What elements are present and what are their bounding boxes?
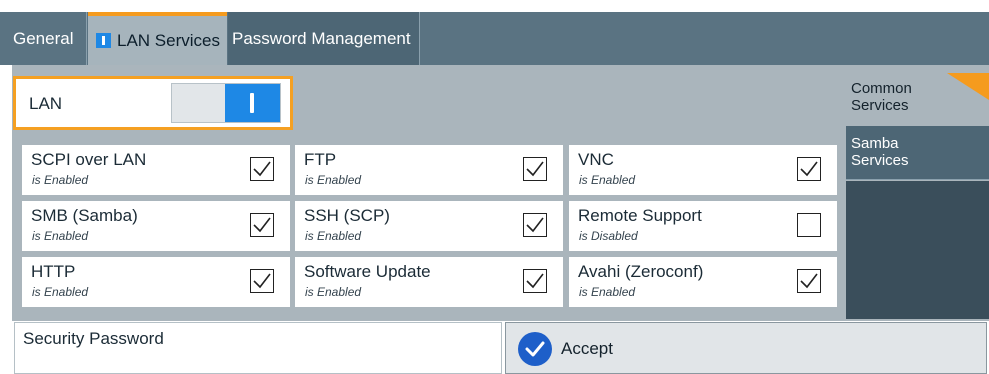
side-nav-samba-services[interactable]: Samba Services [846,126,989,180]
checkmark-icon [253,161,271,177]
tab-lan-services[interactable]: LAN Services [88,12,227,65]
service-ftp[interactable]: FTP is Enabled [295,145,563,195]
service-status: is Enabled [32,173,89,187]
service-status: is Enabled [579,173,636,187]
checkmark-icon [253,217,271,233]
checkmark-icon [800,273,818,289]
active-tab-indicator-icon [96,33,111,48]
service-status: is Enabled [305,285,362,299]
service-checkbox[interactable] [250,213,274,237]
service-title: Remote Support [578,206,702,225]
service-ssh-scp[interactable]: SSH (SCP) is Enabled [295,201,563,251]
checkmark-icon [253,273,271,289]
check-circle-icon [518,332,552,366]
service-status: is Enabled [32,285,89,299]
accept-button[interactable]: Accept [505,322,987,374]
service-title: FTP [304,150,337,169]
checkmark-icon [526,273,544,289]
service-status: is Enabled [32,229,89,243]
service-title: Avahi (Zeroconf) [578,262,704,281]
service-checkbox[interactable] [523,269,547,293]
service-checkbox-unchecked[interactable] [797,213,821,237]
service-title: SCPI over LAN [31,150,147,169]
side-nav-samba-line2: Services [851,152,909,169]
service-checkbox[interactable] [523,213,547,237]
tab-general-label: General [13,28,74,48]
security-password-field[interactable]: Security Password [14,322,502,374]
service-title: SSH (SCP) [304,206,390,225]
service-title: VNC [578,150,614,169]
service-title: HTTP [31,262,76,281]
checkmark-icon [526,161,544,177]
service-checkbox[interactable] [250,157,274,181]
tab-lan-services-label: LAN Services [117,30,220,50]
service-checkbox[interactable] [250,269,274,293]
active-corner-marker-icon [947,73,989,100]
service-software-update[interactable]: Software Update is Enabled [295,257,563,307]
side-nav-samba-line1: Samba [851,135,899,152]
side-nav-empty-area [846,181,989,319]
lan-toggle[interactable] [171,83,281,123]
checkmark-icon [526,217,544,233]
service-checkbox[interactable] [523,157,547,181]
service-checkbox[interactable] [797,157,821,181]
service-status: is Enabled [305,173,362,187]
service-scpi-over-lan[interactable]: SCPI over LAN is Enabled [22,145,290,195]
tab-bar: General LAN Services Password Management [0,12,989,65]
lan-toggle-row: LAN [13,76,293,130]
security-password-label: Security Password [23,329,164,348]
service-vnc[interactable]: VNC is Enabled [569,145,837,195]
lan-services-dialog: General LAN Services Password Management… [0,0,989,374]
toggle-on-icon [225,84,280,122]
service-remote-support[interactable]: Remote Support is Disabled [569,201,837,251]
service-status: is Enabled [305,229,362,243]
tab-password-management-label: Password Management [232,28,411,48]
service-checkbox[interactable] [797,269,821,293]
tab-password-management[interactable]: Password Management [228,12,420,65]
accept-label: Accept [561,339,613,358]
lan-label: LAN [29,94,63,113]
tab-general[interactable]: General [0,12,87,65]
service-smb-samba[interactable]: SMB (Samba) is Enabled [22,201,290,251]
checkmark-icon [800,161,818,177]
service-title: SMB (Samba) [31,206,138,225]
service-avahi-zeroconf[interactable]: Avahi (Zeroconf) is Enabled [569,257,837,307]
service-status: is Disabled [579,229,638,243]
service-title: Software Update [304,262,431,281]
service-http[interactable]: HTTP is Enabled [22,257,290,307]
service-status: is Enabled [579,285,636,299]
